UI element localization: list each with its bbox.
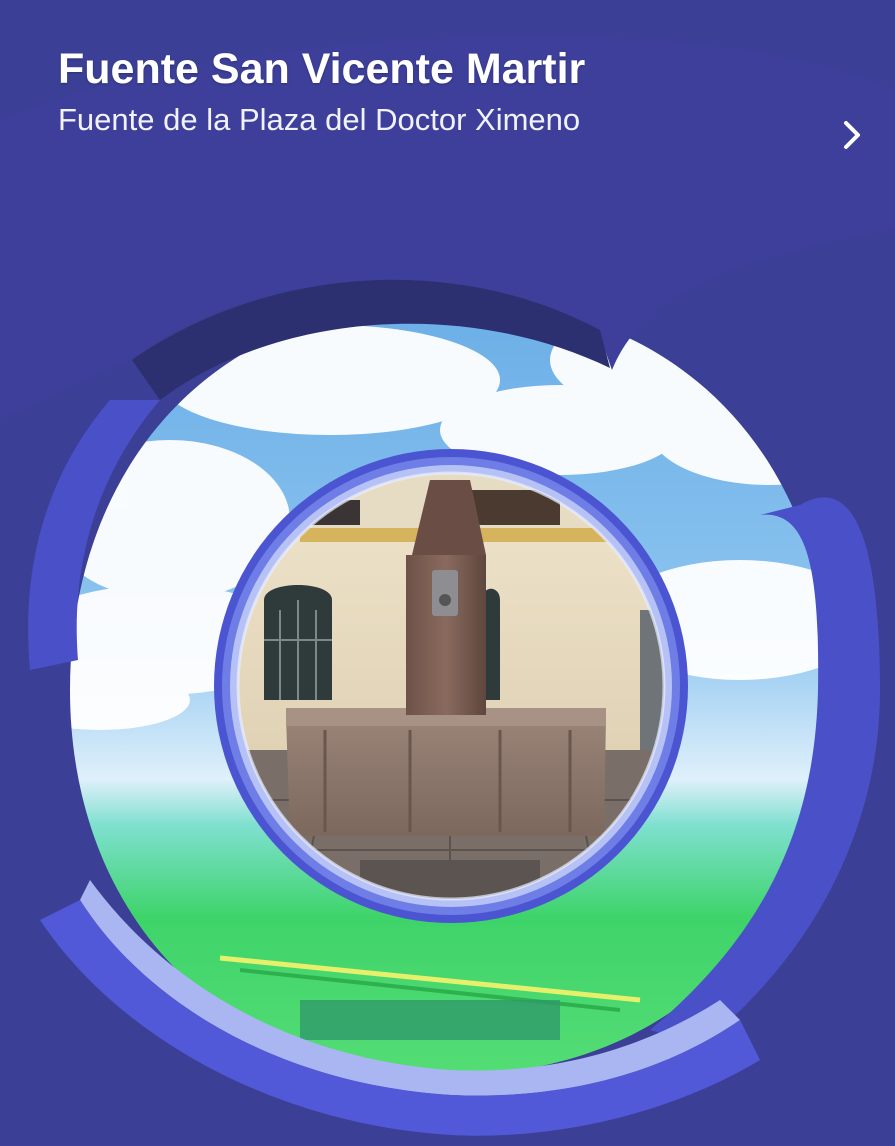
- pokestop-header: Fuente San Vicente Martir Fuente de la P…: [58, 42, 798, 140]
- pokestop-title: Fuente San Vicente Martir: [58, 45, 586, 93]
- chevron-right-icon[interactable]: [836, 112, 870, 158]
- pokestop-screen: Fuente San Vicente Martir Fuente de la P…: [0, 0, 895, 1146]
- pokestop-description: Fuente de la Plaza del Doctor Ximeno: [58, 102, 581, 137]
- pokestop-scene: [0, 0, 895, 1146]
